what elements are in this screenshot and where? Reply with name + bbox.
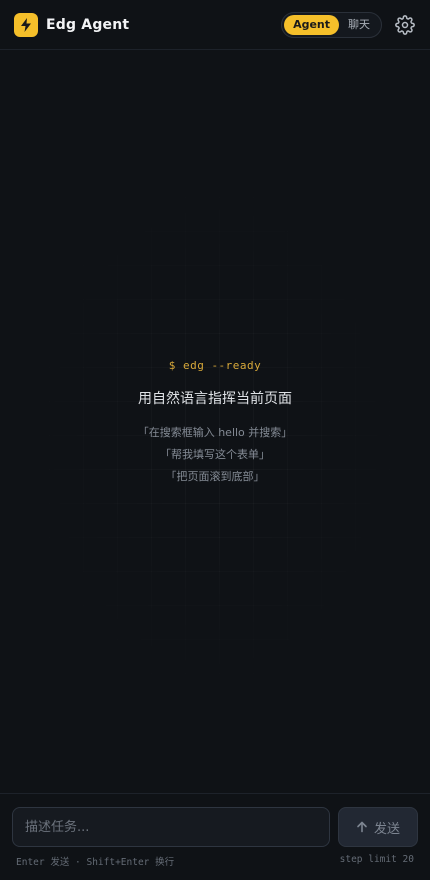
welcome-title: 用自然语言指挥当前页面	[138, 391, 292, 407]
example-item[interactable]: 「帮我填写这个表单」	[0, 444, 430, 466]
task-input[interactable]	[12, 807, 330, 847]
keyboard-hint: Enter 发送 · Shift+Enter 换行	[16, 857, 175, 868]
composer: 发送 Enter 发送 · Shift+Enter 换行 step limit …	[0, 793, 430, 880]
header: Edg Agent Agent 聊天	[0, 0, 430, 50]
app-title: Edg Agent	[46, 16, 130, 33]
gear-icon	[395, 14, 415, 35]
send-label: 发送	[373, 821, 400, 837]
ready-prompt: $ edg --ready	[168, 359, 262, 372]
example-item[interactable]: 「把页面滚到底部」	[0, 466, 430, 488]
step-limit: step limit 20	[339, 854, 414, 865]
tab-chat[interactable]: 聊天	[339, 15, 379, 35]
example-item[interactable]: 「在搜索框输入 hello 并搜索」	[0, 422, 430, 444]
send-button[interactable]: 发送	[338, 807, 418, 847]
chat-area: $ edg --ready 用自然语言指挥当前页面 「在搜索框输入 hello …	[0, 51, 430, 793]
arrow-up-icon	[357, 821, 367, 833]
welcome-panel: $ edg --ready 用自然语言指挥当前页面 「在搜索框输入 hello …	[0, 359, 430, 488]
mode-switch: Agent 聊天	[281, 11, 382, 38]
lightning-bolt-icon	[14, 12, 38, 37]
app-window: Edg Agent Agent 聊天 $ edg --ready 用自然语言指挥…	[0, 0, 430, 880]
settings-button[interactable]	[394, 14, 416, 36]
tab-agent[interactable]: Agent	[284, 14, 339, 35]
example-list: 「在搜索框输入 hello 并搜索」 「帮我填写这个表单」 「把页面滚到底部」	[0, 422, 430, 488]
